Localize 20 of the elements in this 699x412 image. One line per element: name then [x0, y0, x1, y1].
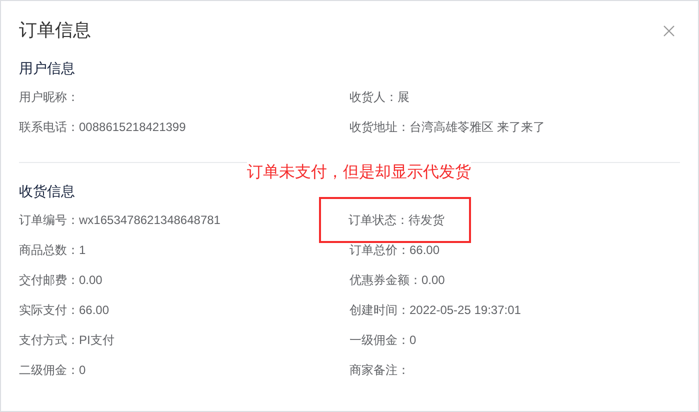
- info-text: 收货人：展: [350, 89, 410, 106]
- info-text: 一级佣金：0: [350, 332, 416, 349]
- info-text: 订单编号：wx1653478621348648781: [19, 212, 220, 229]
- section-title: 用户信息: [19, 59, 76, 78]
- info-text: 优惠券金额：0.00: [350, 272, 445, 289]
- info-text: 交付邮费：0.00: [19, 272, 102, 289]
- info-text: 支付方式：PI支付: [19, 332, 114, 349]
- info-text: 商品总数：1: [19, 242, 86, 259]
- info-text: 订单状态：待发货: [318, 197, 470, 243]
- info-text: 联系电话：0088615218421399: [19, 119, 186, 136]
- info-text: 二级佣金：0: [19, 362, 86, 379]
- section-title: 收货信息: [19, 182, 76, 201]
- info-text: 创建时间：2022-05-25 19:37:01: [350, 302, 521, 319]
- info-text: 实际支付：66.00: [19, 302, 110, 319]
- info-text: 用户昵称：: [19, 89, 79, 106]
- close-icon[interactable]: [662, 24, 676, 38]
- info-text: 收货地址：台湾高雄苓雅区 来了来了: [350, 119, 545, 136]
- dialog-title: 订单信息: [19, 19, 91, 42]
- info-text: 商家备注：: [350, 362, 410, 379]
- info-text: 订单总价：66.00: [350, 242, 440, 259]
